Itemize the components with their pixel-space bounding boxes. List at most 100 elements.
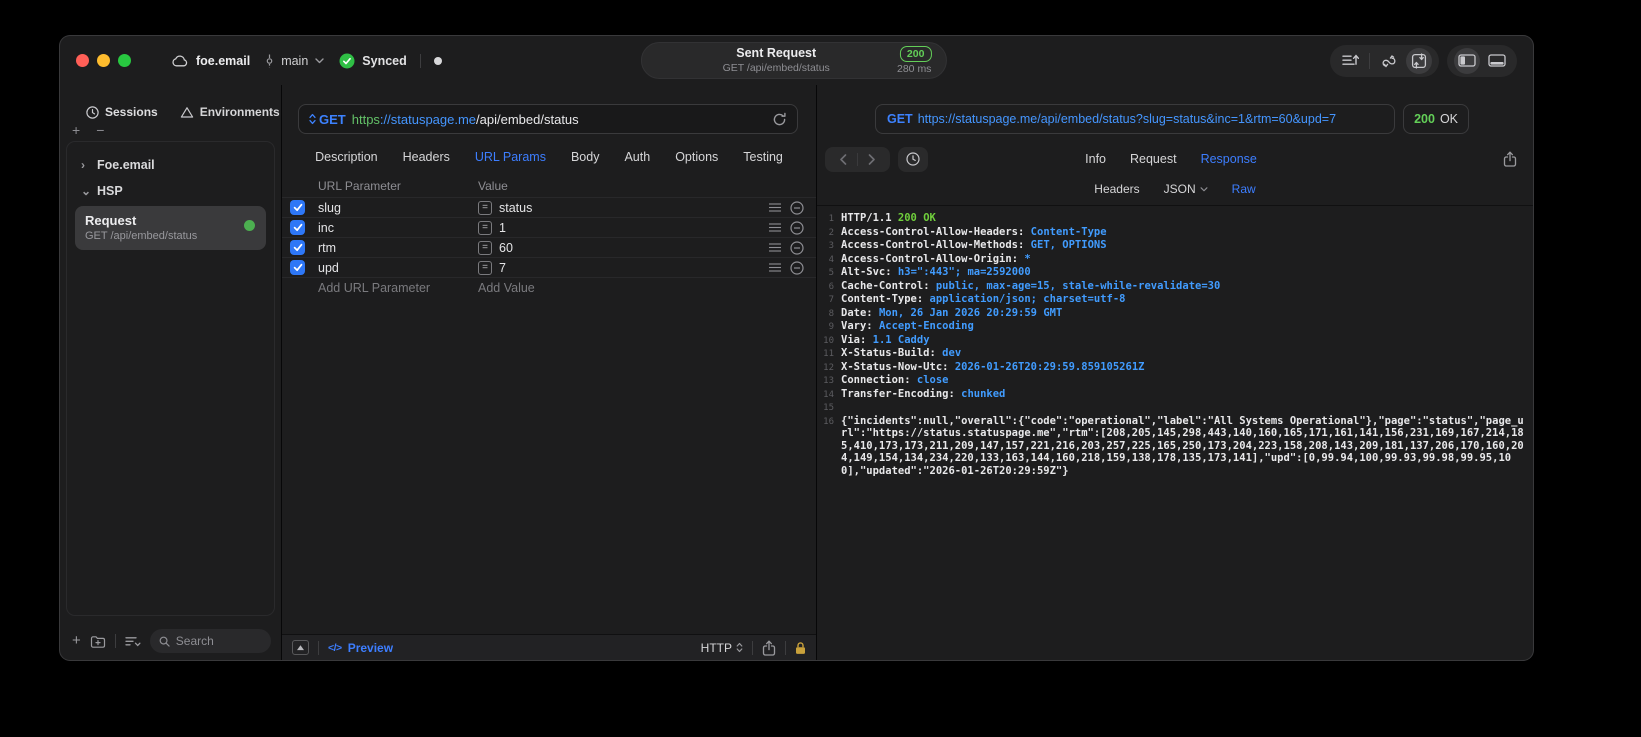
back-button[interactable] [829, 149, 857, 170]
code-tag-icon: </> [328, 641, 342, 654]
add-param-value-placeholder[interactable]: Add Value [478, 281, 535, 295]
search-bar[interactable] [149, 629, 271, 653]
request-item[interactable]: Request GET /api/embed/status [75, 206, 266, 250]
send-receive-icon[interactable] [1406, 47, 1432, 74]
remove-row-button[interactable] [790, 200, 804, 215]
change-indicator-dot [433, 56, 442, 65]
response-status-text: OK [1439, 112, 1458, 126]
tab-sessions[interactable]: Sessions [86, 105, 158, 119]
method-select[interactable]: GET [309, 112, 346, 127]
subtab-headers[interactable]: Headers [1094, 182, 1139, 196]
forward-button[interactable] [858, 149, 886, 170]
export-list-icon[interactable] [1337, 48, 1363, 74]
minimize-button[interactable] [97, 54, 110, 67]
branch-icon [265, 54, 274, 68]
tab-testing[interactable]: Testing [743, 150, 783, 164]
url-host: ://statuspage.me [379, 111, 477, 127]
row-menu-icon[interactable] [769, 203, 781, 212]
session-tree: › Foe.email ⌄ HSP Request GET /api/embed… [66, 141, 275, 616]
chevron-right-icon[interactable]: › [81, 158, 89, 172]
param-value[interactable]: status [499, 201, 769, 215]
param-name[interactable]: rtm [318, 241, 478, 255]
row-menu-icon[interactable] [769, 243, 781, 252]
param-checkbox[interactable] [290, 240, 305, 255]
subtab-json[interactable]: JSON [1164, 182, 1208, 196]
branch-name[interactable]: main [281, 54, 308, 68]
preview-button[interactable]: </> Preview [328, 641, 393, 655]
export-response-button[interactable] [1503, 151, 1517, 167]
param-checkbox[interactable] [290, 200, 305, 215]
param-checkbox[interactable] [290, 220, 305, 235]
response-url-field[interactable]: GET https://statuspage.me/api/embed/stat… [875, 104, 1396, 134]
equals-icon: = [478, 200, 492, 215]
add-session-button[interactable]: + [72, 123, 80, 139]
list-options-button[interactable] [125, 636, 141, 647]
sidebar: Sessions Environments + − › Foe.email ⌄ … [60, 85, 282, 660]
remove-row-button[interactable] [790, 260, 804, 275]
remove-session-button[interactable]: − [96, 123, 104, 139]
footer-divider [752, 640, 753, 655]
share-button[interactable] [762, 640, 776, 656]
param-name[interactable]: upd [318, 261, 478, 275]
response-line-blank [819, 401, 1525, 415]
add-request-button[interactable]: + [72, 633, 81, 648]
add-folder-button[interactable] [90, 635, 106, 648]
response-line: Transfer-Encoding: chunked [841, 387, 1006, 400]
layout-sidebar-icon[interactable] [1454, 47, 1480, 74]
tab-info[interactable]: Info [1085, 152, 1106, 166]
response-line: Access-Control-Allow-Origin: * [841, 252, 1031, 265]
request-url-bar[interactable]: GET https://statuspage.me/api/embed/stat… [298, 104, 798, 134]
tab-body[interactable]: Body [571, 150, 600, 164]
tab-options[interactable]: Options [675, 150, 718, 164]
titlebar-divider [419, 53, 421, 68]
tree-item-hsp[interactable]: ⌄ HSP [73, 178, 268, 204]
chevron-down-icon[interactable] [315, 57, 324, 64]
tab-request[interactable]: Request [1130, 152, 1177, 166]
tab-response[interactable]: Response [1201, 152, 1257, 166]
response-line: Via: 1.1 Caddy [841, 333, 930, 346]
response-line: Content-Type: application/json; charset=… [841, 293, 1126, 305]
request-status-dot [244, 220, 255, 231]
remove-row-button[interactable] [790, 240, 804, 255]
response-line: HTTP/1.1 200 OK [841, 212, 936, 224]
response-url: https://statuspage.me/api/embed/status?s… [917, 112, 1337, 126]
zoom-button[interactable] [118, 54, 131, 67]
toolbar-group-layout [1447, 44, 1517, 77]
row-menu-icon[interactable] [769, 223, 781, 232]
param-name[interactable]: slug [318, 201, 478, 215]
history-button[interactable] [898, 146, 928, 172]
tab-environments[interactable]: Environments [180, 105, 280, 119]
chevron-down-icon[interactable]: ⌄ [81, 184, 91, 198]
equals-icon: = [478, 240, 492, 255]
tab-headers[interactable]: Headers [403, 150, 450, 164]
resend-icon[interactable] [772, 112, 787, 127]
row-menu-icon[interactable] [769, 263, 781, 272]
param-value[interactable]: 7 [499, 261, 769, 275]
param-name[interactable]: inc [318, 221, 478, 235]
request-summary[interactable]: Sent Request GET /api/embed/status 200 2… [640, 42, 947, 79]
param-checkbox[interactable] [290, 260, 305, 275]
search-icon [159, 636, 170, 647]
expand-panel-button[interactable] [292, 640, 309, 655]
remove-row-button[interactable] [790, 220, 804, 235]
layout-bottom-icon[interactable] [1484, 48, 1510, 74]
tab-url-params[interactable]: URL Params [475, 150, 546, 164]
subtab-raw[interactable]: Raw [1232, 182, 1256, 196]
tree-item-foe-email[interactable]: › Foe.email [73, 152, 268, 178]
http-version-select[interactable]: HTTP [701, 641, 743, 655]
response-line-json: {"incidents":null,"overall":{"code":"ope… [841, 414, 1524, 477]
project-name[interactable]: foe.email [196, 54, 250, 68]
search-input[interactable] [175, 634, 262, 648]
sync-loop-icon[interactable] [1376, 48, 1402, 74]
param-value[interactable]: 60 [499, 241, 769, 255]
tab-auth[interactable]: Auth [624, 150, 650, 164]
request-item-title: Request [85, 213, 137, 228]
close-button[interactable] [76, 54, 89, 67]
param-value[interactable]: 1 [499, 221, 769, 235]
add-param-name-placeholder[interactable]: Add URL Parameter [318, 281, 478, 295]
request-url[interactable]: https://statuspage.me/api/embed/status [352, 112, 579, 127]
param-row: inc = 1 [282, 217, 816, 237]
equals-icon: = [478, 260, 492, 275]
url-path: /api/embed/status [476, 111, 579, 127]
tab-description[interactable]: Description [315, 150, 378, 164]
